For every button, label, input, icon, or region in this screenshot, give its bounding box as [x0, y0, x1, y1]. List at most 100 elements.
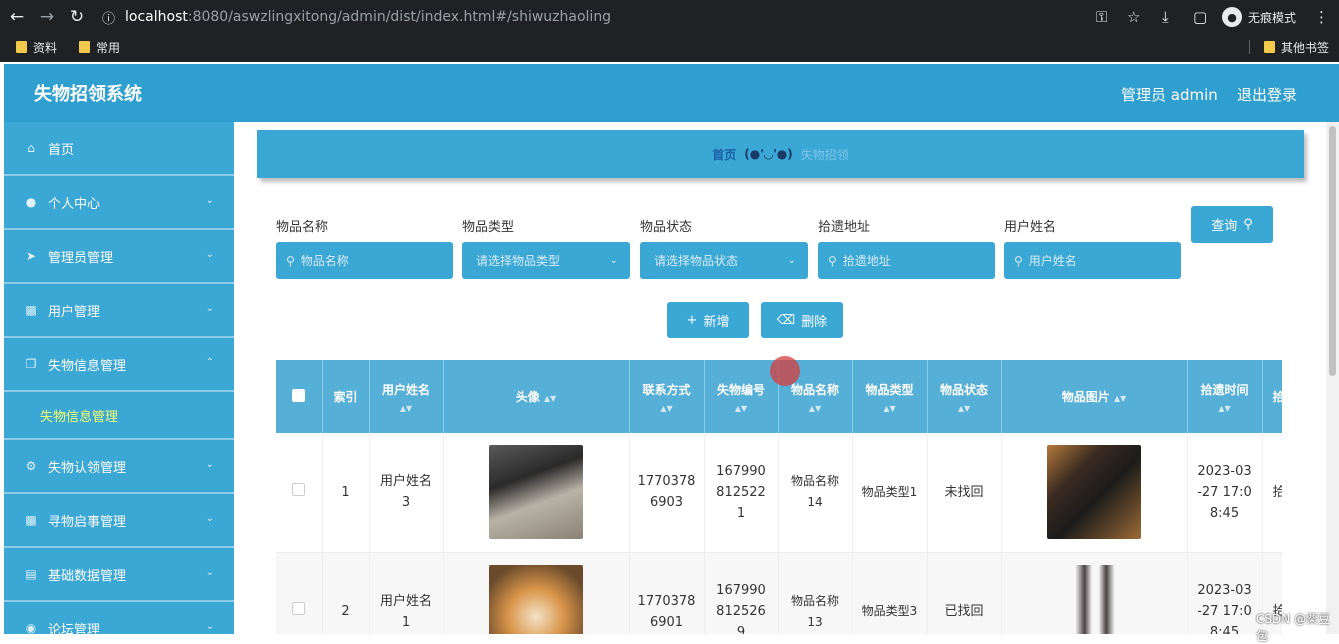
sidebar-item-home[interactable]: ⌂ 首页 [4, 122, 234, 176]
back-icon[interactable]: ← [4, 4, 30, 30]
item-name-input[interactable]: ⚲ 物品名称 [276, 242, 453, 279]
column-header[interactable]: 拾遗时间 ▲▼ [1187, 360, 1263, 433]
bookmark-folder[interactable]: 资料 [16, 39, 57, 56]
select-all-cell[interactable] [276, 360, 323, 433]
sidebar-item-profile[interactable]: ● 个人中心 ⌄ [4, 176, 234, 230]
chevron-up-icon: ⌃ [205, 357, 214, 368]
lost-items-table: 索引 用户姓名 ▲▼ 头像 ▲▼ 联系方式 ▲▼ 失物编号 ▲▼ 物品名称 ▲▼ 物品类… [276, 360, 1282, 634]
copy-icon: ❐ [25, 357, 37, 371]
chevron-down-icon: ⌄ [609, 255, 618, 266]
star-icon[interactable]: ☆ [1127, 5, 1140, 29]
sidebar-item-base-data[interactable]: ▤ 基础数据管理 ⌄ [4, 548, 234, 602]
table-row: 2 用户姓名1 17703786901 1679908125269 物品名称13… [276, 552, 1282, 634]
sort-icon[interactable]: ▲▼ [1188, 404, 1262, 413]
download-icon[interactable]: ⤓ [1162, 5, 1169, 29]
item-status-select[interactable]: 请选择物品状态 ⌄ [640, 242, 808, 279]
table-row: 1 用户姓名3 17703786903 1679908125221 物品名称14… [276, 433, 1282, 553]
column-header[interactable]: 头像 ▲▼ [443, 360, 630, 433]
add-button[interactable]: + 新增 [667, 302, 749, 338]
column-header[interactable]: 物品类型 ▲▼ [852, 360, 928, 433]
user-name-input[interactable]: ⚲ 用户姓名 [1004, 242, 1181, 279]
cell-item-name: 物品名称13 [778, 552, 853, 634]
cell-item-image [1001, 552, 1188, 634]
row-checkbox[interactable] [292, 482, 306, 496]
folder-icon [1264, 41, 1275, 53]
incognito-badge[interactable]: ● 无痕模式 [1222, 5, 1296, 29]
sidebar-item-claims[interactable]: ⚙ 失物认领管理 ⌄ [4, 440, 234, 494]
chevron-down-icon: ⌄ [205, 459, 214, 470]
reload-icon[interactable]: ↻ [64, 4, 90, 30]
row-select-cell[interactable] [276, 433, 323, 553]
chevron-down-icon: ⌄ [205, 195, 214, 206]
user-icon: ● [25, 195, 37, 209]
sort-icon[interactable]: ▲▼ [705, 404, 778, 413]
breadcrumb-separator: (●'◡'●) [744, 147, 793, 161]
avatar-image [489, 564, 583, 634]
page-scrollbar[interactable] [1326, 122, 1339, 634]
url-host: localhost [125, 9, 188, 25]
column-header[interactable]: 物品图片 ▲▼ [1001, 360, 1188, 433]
sidebar-item-notices[interactable]: ▩ 寻物启事管理 ⌄ [4, 494, 234, 548]
select-all-checkbox[interactable] [292, 388, 306, 402]
sort-icon[interactable]: ▲▼ [928, 404, 1001, 413]
forward-icon[interactable]: → [34, 4, 60, 30]
cell-item-status: 已找回 [927, 552, 1002, 634]
breadcrumb-home[interactable]: 首页 [712, 146, 736, 163]
chevron-down-icon: ⌄ [205, 567, 214, 578]
query-button[interactable]: 查询 ⚲ [1191, 206, 1273, 243]
address-bar[interactable]: ⓘ localhost:8080/aswzlingxitong/admin/di… [102, 5, 1082, 29]
cell-user: 用户姓名1 [369, 552, 444, 634]
search-icon: ⚲ [286, 253, 295, 268]
sidebar-item-forum[interactable]: ◉ 论坛管理 ⌄ [4, 602, 234, 634]
column-header: 索引 [322, 360, 370, 433]
sidebar: ⌂ 首页 ● 个人中心 ⌄ ➤ 管理员管理 ⌄ ▩ 用户管理 ⌄ ❐ 失物信息管理 ⌃ 失物信息管… [4, 122, 234, 634]
delete-button[interactable]: ⌫ 删除 [761, 302, 843, 338]
avatar-image [489, 445, 583, 540]
logout-link[interactable]: 退出登录 [1237, 84, 1297, 105]
home-icon: ⌂ [27, 141, 35, 155]
sort-icon[interactable]: ▲▼ [779, 404, 852, 413]
sidebar-item-admins[interactable]: ➤ 管理员管理 ⌄ [4, 230, 234, 284]
lock-icon: ◉ [25, 621, 37, 634]
monitor-icon: ▩ [25, 303, 37, 317]
scrollbar-thumb[interactable] [1329, 126, 1336, 376]
sort-icon[interactable]: ▲▼ [370, 404, 443, 413]
cell-avatar [443, 552, 630, 634]
cell-item-type: 物品类型1 [852, 433, 928, 553]
other-bookmarks[interactable]: 其他书签 [1249, 39, 1329, 56]
column-header[interactable]: 联系方式 ▲▼ [629, 360, 705, 433]
row-select-cell[interactable] [276, 552, 323, 634]
column-header[interactable]: 失物编号 ▲▼ [704, 360, 779, 433]
folder-icon [79, 41, 91, 53]
cursor-highlight [770, 356, 800, 386]
watermark: CSDN @栗豆包 [1256, 612, 1331, 643]
sidepanel-icon[interactable]: ▢ [1193, 5, 1207, 29]
sort-icon[interactable]: ▲▼ [630, 404, 704, 413]
item-image [1047, 445, 1141, 540]
cell-pickup-time: 2023-03-27 17:08:45 [1187, 433, 1263, 553]
plus-icon: + [686, 312, 698, 328]
chevron-down-icon: ⌄ [205, 303, 214, 314]
sidebar-item-lost-info[interactable]: ❐ 失物信息管理 ⌃ [4, 338, 234, 392]
info-icon[interactable]: ⓘ [102, 8, 115, 27]
trash-icon: ⌫ [776, 312, 796, 328]
sidebar-subitem-lost-info[interactable]: 失物信息管理 [4, 392, 234, 440]
bookmark-folder[interactable]: 常用 [79, 39, 120, 56]
cell-phone: 17703786901 [629, 552, 705, 634]
column-header[interactable]: 用户姓名 ▲▼ [369, 360, 444, 433]
key-icon[interactable]: ⚿ [1096, 5, 1107, 29]
filter-label-type: 物品类型 [462, 220, 515, 235]
sort-icon[interactable]: ▲▼ [1114, 394, 1126, 403]
pickup-address-input[interactable]: ⚲ 拾遗地址 [818, 242, 995, 279]
sidebar-item-users[interactable]: ▩ 用户管理 ⌄ [4, 284, 234, 338]
menu-icon[interactable]: ⋮ [1314, 5, 1329, 29]
column-header[interactable]: 物品状态 ▲▼ [927, 360, 1002, 433]
row-checkbox[interactable] [292, 602, 306, 615]
chevron-down-icon: ⌄ [205, 249, 214, 260]
cell-code: 1679908125221 [704, 433, 779, 553]
sort-icon[interactable]: ▲▼ [544, 394, 556, 403]
folder-icon [16, 41, 27, 53]
filter-label-name: 物品名称 [276, 220, 329, 235]
sort-icon[interactable]: ▲▼ [853, 404, 927, 413]
item-type-select[interactable]: 请选择物品类型 ⌄ [462, 242, 630, 279]
